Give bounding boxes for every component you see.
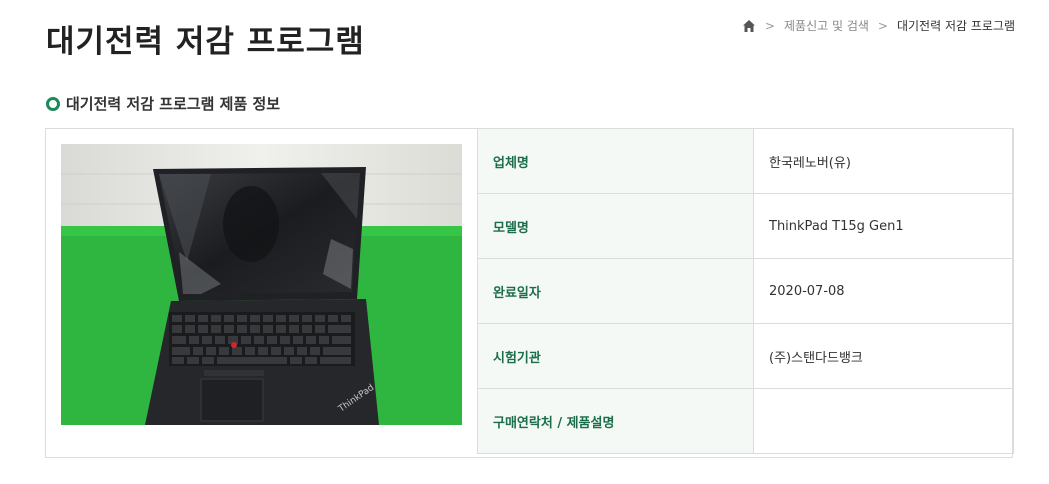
field-value-model: ThinkPad T15g Gen1 [753,193,1014,259]
section-title: 대기전력 저감 프로그램 제품 정보 [46,93,280,114]
field-label-test-agency: 시험기관 [477,323,754,389]
field-value-purchase-contact [753,388,1014,454]
section-title-text: 대기전력 저감 프로그램 제품 정보 [66,95,281,113]
table-row: 구매연락처 / 제품설명 [477,388,1014,454]
circle-bullet-icon [46,96,60,111]
product-info-table: 업체명 한국레노버(유) 모델명 ThinkPad T15g Gen1 완료일자… [477,128,1014,454]
table-row: 모델명 ThinkPad T15g Gen1 [477,193,1014,259]
product-photo: ThinkPad [61,144,462,425]
breadcrumb-separator-icon: > [877,18,888,33]
page-title: 대기전력 저감 프로그램 [46,24,365,60]
breadcrumb: > 제품신고 및 검색 > 대기전력 저감 프로그램 [742,17,1015,34]
field-label-completion-date: 완료일자 [477,258,754,324]
field-label-company: 업체명 [477,128,754,194]
breadcrumb-item-search[interactable]: 제품신고 및 검색 [784,17,869,34]
table-row: 완료일자 2020-07-08 [477,258,1014,324]
field-label-purchase-contact: 구매연락처 / 제품설명 [477,388,754,454]
field-value-test-agency: (주)스탠다드뱅크 [753,323,1014,389]
home-icon[interactable] [742,19,756,33]
product-info-box: ThinkPad 업체명 한국레노버(유) 모델명 ThinkPad T15g … [45,128,1014,458]
field-value-company: 한국레노버(유) [753,128,1014,194]
breadcrumb-item-current: 대기전력 저감 프로그램 [896,19,1015,33]
table-row: 업체명 한국레노버(유) [477,128,1014,194]
table-row: 시험기관 (주)스탠다드뱅크 [477,323,1014,389]
breadcrumb-separator-icon: > [764,18,775,33]
field-label-model: 모델명 [477,193,754,259]
field-value-completion-date: 2020-07-08 [753,258,1014,324]
